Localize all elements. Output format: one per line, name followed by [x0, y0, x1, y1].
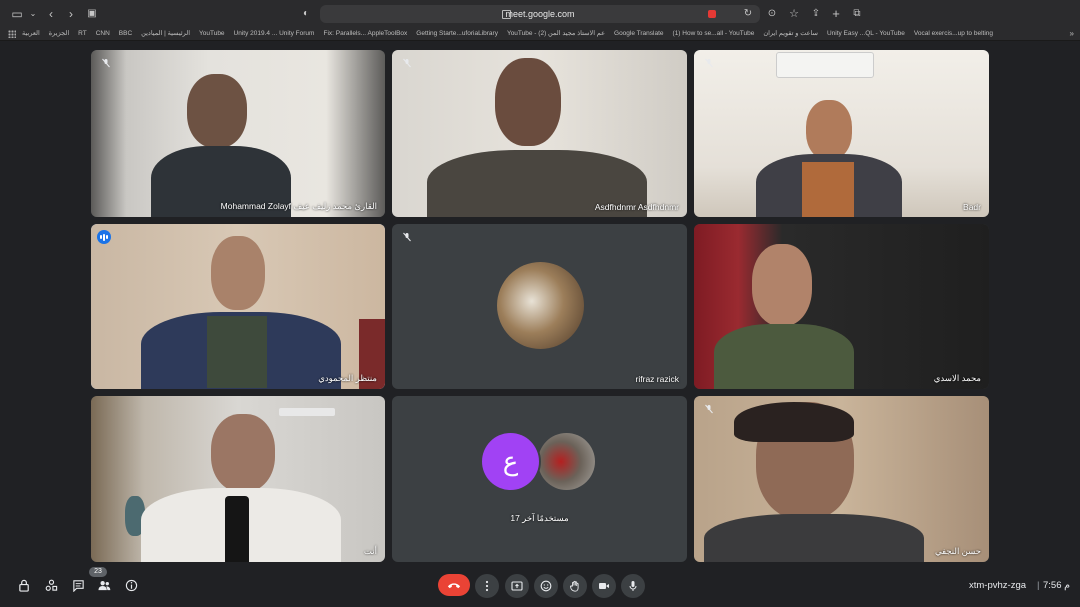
participant-tile[interactable]: حسن النجفي: [694, 396, 989, 562]
video-feed: [694, 50, 989, 217]
mic-off-icon: [400, 230, 414, 244]
apps-grid-icon[interactable]: [8, 30, 16, 38]
bookmark[interactable]: CNN: [96, 28, 110, 40]
share-icon[interactable]: ⇪: [810, 6, 822, 22]
bookmark[interactable]: Fix: Parallels... AppleToolBox: [323, 28, 407, 40]
mic-off-icon: [99, 56, 113, 70]
participant-tile[interactable]: محمد الاسدي: [694, 224, 989, 389]
camera-button[interactable]: [592, 574, 616, 598]
participant-name: Badr: [963, 202, 981, 212]
mic-off-icon: [400, 56, 414, 70]
others-tile[interactable]: ع 17 مستخدمًا آخر: [392, 396, 687, 562]
address-bar[interactable]: meet.google.com: [320, 5, 760, 23]
tab-overview-icon[interactable]: ⧉: [851, 6, 863, 22]
bookmark[interactable]: Google Translate: [614, 28, 664, 40]
activities-icon[interactable]: [44, 578, 58, 592]
separator: |: [1037, 580, 1040, 591]
participant-name: rifraz razick: [635, 374, 679, 384]
participant-tile[interactable]: Asdfhdnmr Asdfhdnmr: [392, 50, 687, 217]
microphone-button[interactable]: [621, 574, 645, 598]
present-screen-button[interactable]: [505, 574, 529, 598]
bookmarks-more-icon[interactable]: »: [1070, 28, 1074, 40]
video-feed: [694, 224, 989, 389]
bookmark[interactable]: الرئيسية | الميادين: [141, 28, 190, 40]
participant-name: منتظر المحمودي: [318, 373, 377, 383]
raise-hand-button[interactable]: [563, 574, 587, 598]
video-feed: [91, 396, 385, 562]
bookmark[interactable]: YouTube: [199, 28, 225, 40]
speaking-indicator-icon: [97, 230, 111, 244]
participant-tile-self[interactable]: أنت: [91, 396, 385, 562]
hand-icon: [570, 580, 579, 592]
browser-toolbar: ▭ ⌄ ‹ › ▣ ◐ meet.google.com ↻ ⊙ ☆ ⇪ + ⧉: [0, 0, 1080, 28]
participant-name: Asdfhdnmr Asdfhdnmr: [594, 202, 679, 212]
emoji-icon: [540, 580, 552, 592]
others-count-label: 17 مستخدمًا آخر: [510, 513, 569, 523]
bookmark[interactable]: Vocal exercis...up to belting: [914, 28, 993, 40]
bookmark[interactable]: RT: [78, 28, 87, 40]
star-icon[interactable]: ☆: [788, 6, 800, 22]
bookmark[interactable]: ساعت و تقويم ايران: [763, 28, 818, 40]
participant-name: أنت: [363, 546, 377, 556]
participant-avatar: [538, 433, 595, 490]
participant-name: حسن النجفي: [934, 546, 981, 556]
forward-icon[interactable]: ›: [65, 6, 77, 22]
recording-icon: [708, 10, 716, 18]
new-tab-icon[interactable]: +: [830, 6, 842, 22]
bookmarks-bar: العربية الجزيرة RT CNN BBC الرئيسية | ال…: [0, 28, 1080, 41]
bookmark[interactable]: BBC: [119, 28, 132, 40]
bookmark[interactable]: Unity Easy ...QL - YouTube: [827, 28, 905, 40]
tab-page-icon[interactable]: ▣: [86, 6, 98, 22]
info-icon[interactable]: [124, 578, 138, 592]
url-text: meet.google.com: [505, 9, 575, 19]
current-time: 7:56 م: [1043, 580, 1071, 591]
chat-icon[interactable]: [71, 578, 85, 592]
meeting-code: xtm-pvhz-zga: [969, 580, 1027, 591]
participant-tile[interactable]: Mohammad Zolayf القارئ محمد زليف عيف: [91, 50, 385, 217]
participant-tile-active-speaker[interactable]: منتظر المحمودي: [91, 224, 385, 389]
phone-hangup-icon: [447, 582, 461, 588]
bookmark[interactable]: (1) How to se...all - YouTube: [673, 28, 755, 40]
participants-count-badge: 23: [89, 567, 107, 577]
bookmark[interactable]: Unity 2019.4 ... Unity Forum: [234, 28, 315, 40]
video-feed: [91, 50, 385, 217]
mic-off-icon: [702, 402, 716, 416]
reactions-button[interactable]: [534, 574, 558, 598]
bookmark[interactable]: العربية: [22, 28, 40, 40]
sidebar-toggle-icon[interactable]: ▭: [10, 6, 24, 22]
video-feed: [91, 224, 385, 389]
mic-icon: [629, 581, 637, 591]
reload-icon[interactable]: ↻: [742, 6, 754, 22]
participant-tile[interactable]: Badr: [694, 50, 989, 217]
more-options-button[interactable]: [475, 574, 499, 598]
bookmark[interactable]: Getting Starte...uforiaLibrary: [416, 28, 498, 40]
host-controls-icon[interactable]: [17, 578, 31, 592]
letter-avatar: ع: [482, 433, 539, 490]
people-icon[interactable]: [97, 578, 111, 592]
download-icon[interactable]: ⊙: [766, 6, 778, 22]
mic-off-icon: [702, 56, 716, 70]
shield-icon[interactable]: ◐: [300, 6, 312, 22]
back-icon[interactable]: ‹: [45, 6, 57, 22]
video-feed: [392, 50, 687, 217]
more-vert-icon: [485, 580, 489, 592]
video-feed: [694, 396, 989, 562]
participant-avatar: [497, 262, 584, 349]
camera-icon: [599, 583, 609, 589]
participant-name: Mohammad Zolayf القارئ محمد زليف عيف: [220, 201, 377, 211]
bookmark[interactable]: YouTube - عم الاستاذ مجيد المن (2): [507, 28, 605, 40]
leave-call-button[interactable]: [438, 574, 470, 596]
chevron-down-icon[interactable]: ⌄: [28, 6, 38, 22]
bookmark[interactable]: الجزيرة: [49, 28, 69, 40]
present-icon: [511, 581, 523, 591]
participant-name: محمد الاسدي: [933, 373, 981, 383]
participant-tile[interactable]: rifraz razick: [392, 224, 687, 389]
